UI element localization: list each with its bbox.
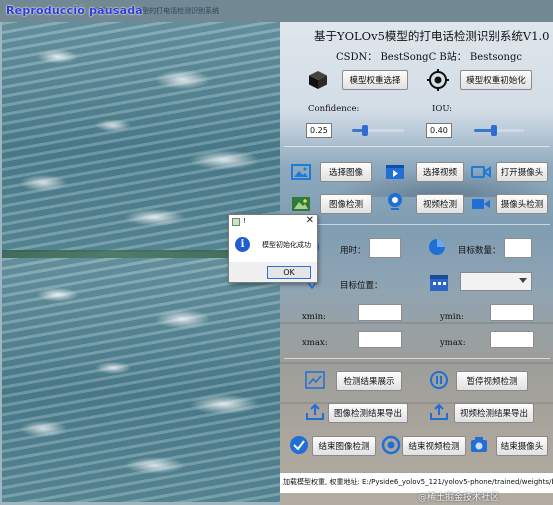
control-panel: 基于YOLOv5模型的打电话检测识别系统V1.0 CSDN： BestSongC… [280,22,553,505]
pie-chart-icon [426,237,448,257]
iou-value: 0.40 [430,126,448,135]
target-count-label: 目标数量： [458,246,501,256]
image-detect-icon [290,194,312,214]
section-divider [284,146,550,147]
ymin-value-box [490,304,534,321]
model-weight-init-button[interactable]: 模型权重初始化 [460,70,532,90]
info-icon: i [235,237,250,252]
confidence-value: 0.25 [310,126,328,135]
end-camera-button[interactable]: 结束摄像头 [496,436,548,456]
iou-label: IOU: [432,104,453,114]
time-value-box [369,238,401,258]
iou-slider[interactable] [474,125,524,136]
target-select-combobox[interactable] [460,272,532,291]
status-bar: 加载模型权重, 权重地址: E:/Pyside6_yolov5_121/yolo… [280,472,553,493]
xmin-label: xmin: [302,312,326,322]
message-dialog: ! ✕ i 模型初始化成功 OK [228,214,318,283]
end-image-detect-button[interactable]: 结束图像检测 [312,436,376,456]
pause-icon [428,370,450,390]
ymin-label: ymin: [440,312,464,322]
xmax-value-box [358,331,402,348]
confidence-spinbox[interactable]: 0.25 [306,123,332,138]
confidence-slider[interactable] [352,125,404,136]
watermark: @稀土掘金技术社区 [418,493,500,503]
cube-icon [306,68,330,92]
select-image-button[interactable]: 选择图像 [320,162,372,182]
pause-video-detect-button[interactable]: 暂停视频检测 [456,371,528,391]
video-icon [384,162,406,182]
ymax-value-box [490,331,534,348]
background-pier-line [280,362,553,364]
target-icon [426,68,450,92]
app-title: 基于YOLOv5模型的打电话检测识别系统V1.0 [314,29,550,43]
detect-image-button[interactable]: 图像检测 [320,194,372,214]
video-camera-icon [470,194,492,214]
chevron-down-icon [519,278,527,283]
iou-slider-handle[interactable] [491,125,497,136]
time-label: 用时： [340,246,366,256]
xmin-value-box [358,304,402,321]
playback-paused-label: Reproducció pausada [6,4,143,17]
app-icon [232,218,240,226]
show-results-button[interactable]: 检测结果展示 [336,371,402,391]
end-video-detect-button[interactable]: 结束视频检测 [402,436,466,456]
ymax-label: ymax: [440,338,466,348]
export-image-results-button[interactable]: 图像检测结果导出 [328,403,408,423]
author-info: CSDN： BestSongC B站： Bestsongc [336,52,522,63]
calendar-icon [428,272,450,292]
detect-camera-button[interactable]: 摄像头检测 [496,194,548,214]
dialog-message: 模型初始化成功 [262,241,311,249]
section-divider [284,358,550,359]
open-camera-button[interactable]: 打开摄像头 [496,162,548,182]
background-pier-line [280,322,553,324]
displayed-image-bottom [2,258,280,502]
detect-video-button[interactable]: 视频检测 [416,194,464,214]
confidence-label: Confidence: [308,104,360,114]
model-weight-select-button[interactable]: 模型权重选择 [342,70,408,90]
xmax-label: xmax: [302,338,328,348]
check-circle-icon [288,435,310,455]
target-position-label: 目标位置： [340,281,383,291]
camera-off-icon [468,435,490,455]
dialog-title: ! [243,217,246,225]
ok-button[interactable]: OK [267,266,311,279]
select-video-button[interactable]: 选择视频 [416,162,464,182]
upload-icon [428,402,450,422]
target-count-box [504,238,532,258]
section-divider [284,224,550,225]
dialog-titlebar: ! ✕ [229,215,317,229]
line-chart-icon [304,370,326,390]
iou-spinbox[interactable]: 0.40 [426,123,452,138]
dialog-body: i 模型初始化成功 [229,229,317,262]
close-icon[interactable]: ✕ [306,215,314,226]
camera-icon [470,162,492,182]
image-icon [290,162,312,182]
confidence-slider-handle[interactable] [362,125,368,136]
webcam-icon [384,192,406,212]
stop-circle-icon [380,435,402,455]
upload-icon [304,402,326,422]
export-video-results-button[interactable]: 视频检测结果导出 [454,403,534,423]
